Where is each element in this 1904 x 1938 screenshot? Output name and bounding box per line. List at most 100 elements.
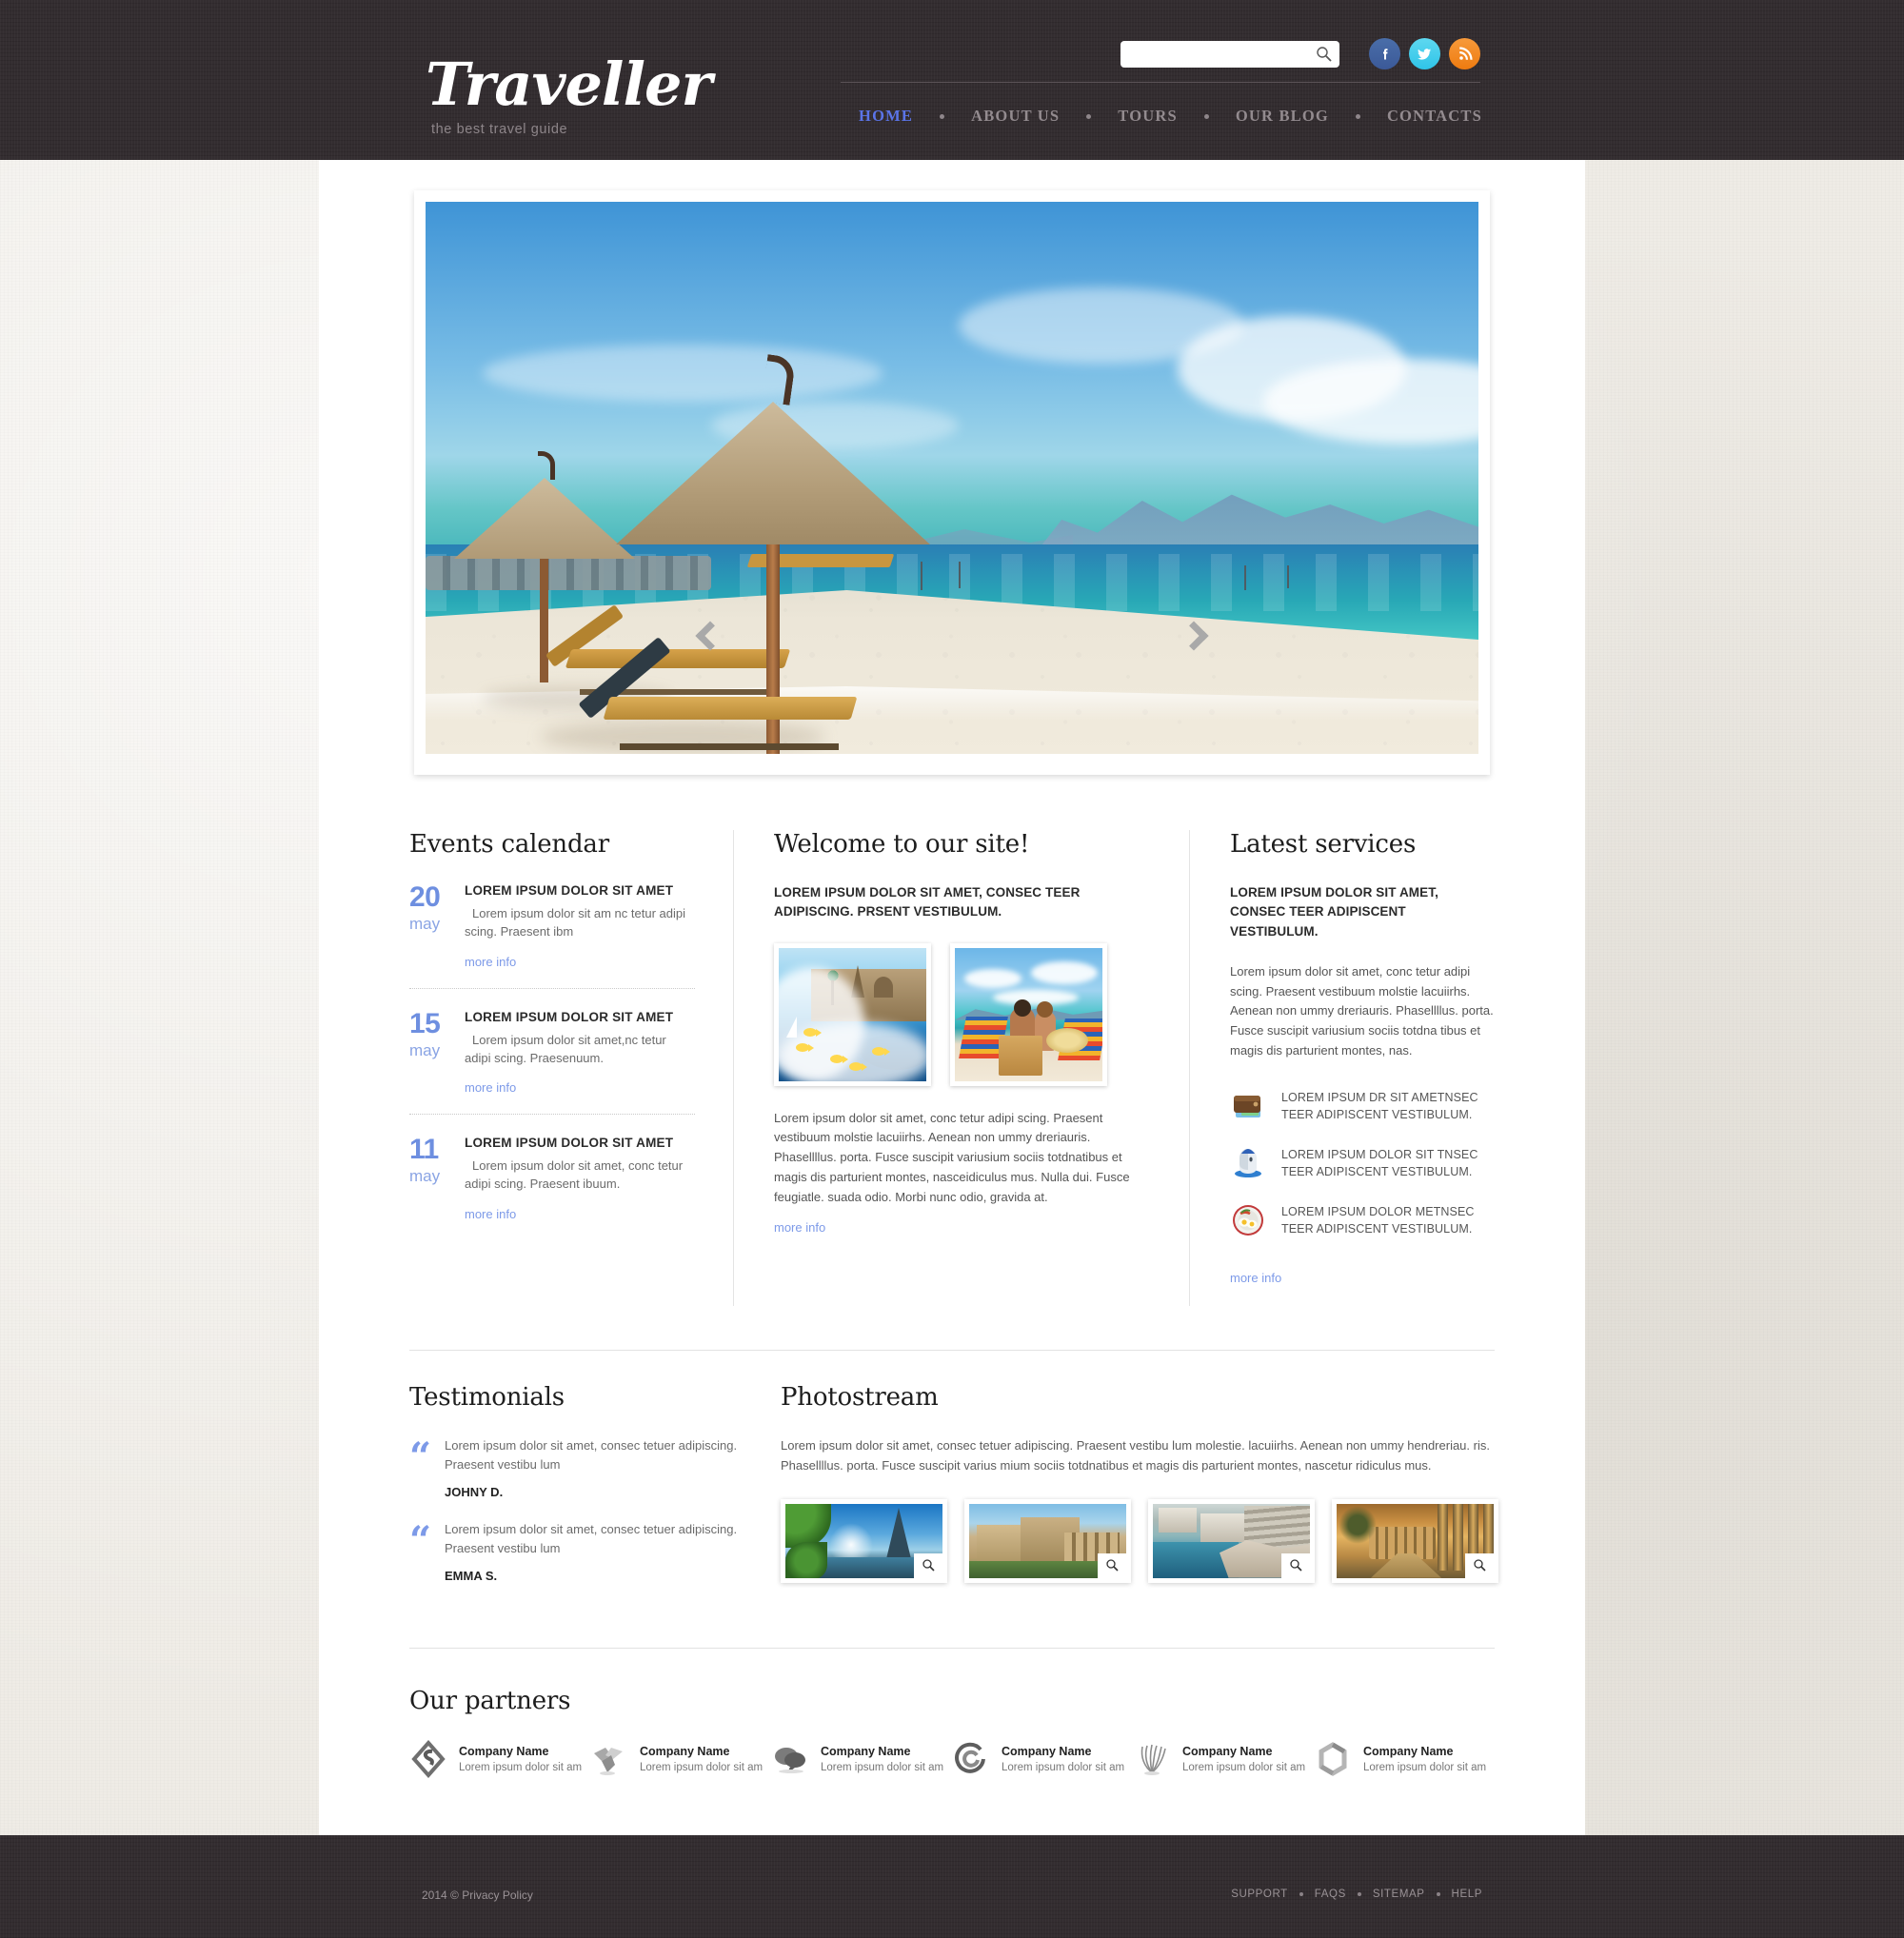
partner-desc: Lorem ipsum dolor sit am xyxy=(1002,1762,1125,1773)
zoom-icon[interactable] xyxy=(1098,1552,1126,1578)
services-lead: LOREM IPSUM DOLOR SIT AMET, CONSEC TEER … xyxy=(1230,885,1438,939)
testimonials-photostream-row: Testimonials “ Lorem ipsum dolor sit ame… xyxy=(409,1383,1498,1604)
photostream-item-coast[interactable] xyxy=(1148,1498,1315,1583)
circle-spiral-logo xyxy=(952,1740,990,1778)
footer-navigation: SUPPORT FAQS SITEMAP HELP xyxy=(1231,1889,1482,1900)
photostream-item-colosseum[interactable] xyxy=(1332,1498,1498,1583)
partner-item[interactable]: Company Name Lorem ipsum dolor sit am xyxy=(590,1740,771,1778)
search-input[interactable] xyxy=(1127,42,1314,66)
nav-item-our-blog[interactable]: OUR BLOG xyxy=(1236,107,1329,126)
zoom-icon[interactable] xyxy=(1281,1552,1310,1578)
event-title: LOREM IPSUM DOLOR SIT AMET xyxy=(465,1009,674,1024)
nav-item-tours[interactable]: TOURS xyxy=(1118,107,1178,126)
nav-separator-dot xyxy=(940,113,945,119)
privacy-policy-link[interactable]: 2014 © Privacy Policy xyxy=(422,1889,533,1902)
hexagon-ring-logo xyxy=(1314,1740,1352,1778)
footer-link-sitemap[interactable]: SITEMAP xyxy=(1373,1889,1425,1900)
testimonial-item: “ Lorem ipsum dolor sit amet, consec tet… xyxy=(409,1518,752,1584)
hero-slider xyxy=(319,160,1585,801)
event-date: 15 may xyxy=(409,1009,465,1098)
welcome-image-collage[interactable] xyxy=(774,942,931,1086)
rss-icon[interactable] xyxy=(1449,38,1480,69)
testimonial-text: Lorem ipsum dolor sit amet, consec tetue… xyxy=(445,1522,738,1555)
twitter-icon[interactable] xyxy=(1409,38,1440,69)
quote-icon: “ xyxy=(409,1518,432,1563)
testimonial-item: “ Lorem ipsum dolor sit amet, consec tet… xyxy=(409,1434,752,1500)
search-box[interactable] xyxy=(1121,40,1339,68)
partner-name: Company Name xyxy=(640,1745,730,1758)
event-description: Lorem ipsum dolor sit am nc tetur adipi … xyxy=(465,906,685,939)
event-month: may xyxy=(409,1167,441,1186)
nav-item-about-us[interactable]: ABOUT US xyxy=(971,107,1060,126)
service-item[interactable]: LOREM IPSUM DR SIT AMETNSEC TEER ADIPISC… xyxy=(1230,1086,1495,1124)
search-icon[interactable] xyxy=(1316,46,1333,63)
section-divider xyxy=(409,1648,1495,1649)
services-body: Lorem ipsum dolor sit amet, conc tetur a… xyxy=(1230,963,1494,1058)
photostream-intro: Lorem ipsum dolor sit amet, consec tetue… xyxy=(781,1438,1490,1473)
event-divider xyxy=(409,987,695,989)
nav-item-contacts[interactable]: CONTACTS xyxy=(1387,107,1482,126)
nav-item-home[interactable]: HOME xyxy=(859,107,913,126)
service-item[interactable]: LOREM IPSUM DOLOR SIT TNSEC TEER ADIPISC… xyxy=(1230,1143,1495,1181)
event-more-info-link[interactable]: more info xyxy=(465,1207,516,1221)
footer-link-help[interactable]: HELP xyxy=(1452,1889,1482,1900)
site-logo[interactable]: Traveller the best travel guide xyxy=(426,55,712,138)
welcome-image-couple[interactable] xyxy=(950,942,1107,1086)
services-more-info-link[interactable]: more info xyxy=(1230,1271,1281,1285)
partner-name: Company Name xyxy=(1002,1745,1092,1758)
feather-fan-logo xyxy=(1133,1740,1171,1778)
quote-icon: “ xyxy=(409,1434,432,1479)
content-columns: Events calendar 20 may LOREM IPSUM DOLOR… xyxy=(409,830,1495,1306)
speech-bubbles-logo xyxy=(771,1740,809,1778)
event-more-info-link[interactable]: more info xyxy=(465,1080,516,1095)
welcome-more-info-link[interactable]: more info xyxy=(774,1220,825,1235)
events-calendar-section: Events calendar 20 may LOREM IPSUM DOLOR… xyxy=(409,830,733,1306)
event-item: 15 may LOREM IPSUM DOLOR SIT AMET Lorem … xyxy=(409,1009,695,1115)
main-navigation: HOME ABOUT US TOURS OUR BLOG CONTACTS xyxy=(859,107,1482,126)
partner-name: Company Name xyxy=(1182,1745,1273,1758)
service-item[interactable]: LOREM IPSUM DOLOR METNSEC TEER ADIPISCEN… xyxy=(1230,1200,1495,1238)
partner-item[interactable]: Company Name Lorem ipsum dolor sit am xyxy=(409,1739,590,1779)
event-month: may xyxy=(409,915,441,933)
events-title: Events calendar xyxy=(409,830,609,859)
section-divider xyxy=(409,1350,1495,1351)
zoom-icon[interactable] xyxy=(914,1552,942,1578)
event-date: 20 may xyxy=(409,883,465,971)
site-footer: 2014 © Privacy Policy SUPPORT FAQS SITEM… xyxy=(0,1835,1904,1938)
testimonial-text: Lorem ipsum dolor sit amet, consec tetue… xyxy=(445,1438,738,1472)
partner-item[interactable]: Company Name Lorem ipsum dolor sit am xyxy=(771,1740,952,1778)
partner-item[interactable]: Company Name Lorem ipsum dolor sit am xyxy=(952,1740,1133,1778)
partner-item[interactable]: Company Name Lorem ipsum dolor sit am xyxy=(1133,1740,1314,1778)
partner-desc: Lorem ipsum dolor sit am xyxy=(459,1762,583,1773)
service-text: LOREM IPSUM DOLOR METNSEC TEER ADIPISCEN… xyxy=(1281,1204,1475,1236)
event-more-info-link[interactable]: more info xyxy=(465,955,516,969)
logo-tagline: the best travel guide xyxy=(431,122,568,137)
chevron-right-icon xyxy=(1179,621,1209,651)
partners-list: Company Name Lorem ipsum dolor sit am Co… xyxy=(409,1739,1495,1779)
welcome-body: Lorem ipsum dolor sit amet, conc tetur a… xyxy=(774,1110,1130,1204)
partner-name: Company Name xyxy=(459,1745,549,1758)
folded-ribbon-logo xyxy=(590,1740,628,1778)
partner-desc: Lorem ipsum dolor sit am xyxy=(640,1762,764,1773)
footer-link-support[interactable]: SUPPORT xyxy=(1231,1889,1288,1900)
zoom-icon[interactable] xyxy=(1465,1552,1494,1578)
footer-link-faqs[interactable]: FAQS xyxy=(1315,1889,1346,1900)
latest-services-section: Latest services LOREM IPSUM DOLOR SIT AM… xyxy=(1190,830,1495,1306)
partner-name: Company Name xyxy=(821,1745,911,1758)
testimonials-section: Testimonials “ Lorem ipsum dolor sit ame… xyxy=(409,1383,781,1604)
welcome-lead: LOREM IPSUM DOLOR SIT AMET, CONSEC TEER … xyxy=(774,885,1081,920)
slider-image-beach xyxy=(426,202,1478,754)
slider-frame xyxy=(414,190,1490,775)
main-content: Events calendar 20 may LOREM IPSUM DOLOR… xyxy=(319,160,1585,1835)
photostream-title: Photostream xyxy=(781,1383,939,1412)
photostream-item-eiffel[interactable] xyxy=(781,1498,947,1583)
partner-item[interactable]: Company Name Lorem ipsum dolor sit am xyxy=(1314,1740,1495,1778)
facebook-icon[interactable] xyxy=(1369,38,1400,69)
event-date: 11 may xyxy=(409,1136,465,1223)
slider-prev-button[interactable] xyxy=(690,607,730,664)
photostream-item-ruins[interactable] xyxy=(964,1498,1131,1583)
testimonial-author: JOHNY D. xyxy=(445,1485,504,1499)
event-title: LOREM IPSUM DOLOR SIT AMET xyxy=(465,883,674,898)
slider-next-button[interactable] xyxy=(1174,607,1214,664)
service-text: LOREM IPSUM DOLOR SIT TNSEC TEER ADIPISC… xyxy=(1281,1147,1478,1178)
